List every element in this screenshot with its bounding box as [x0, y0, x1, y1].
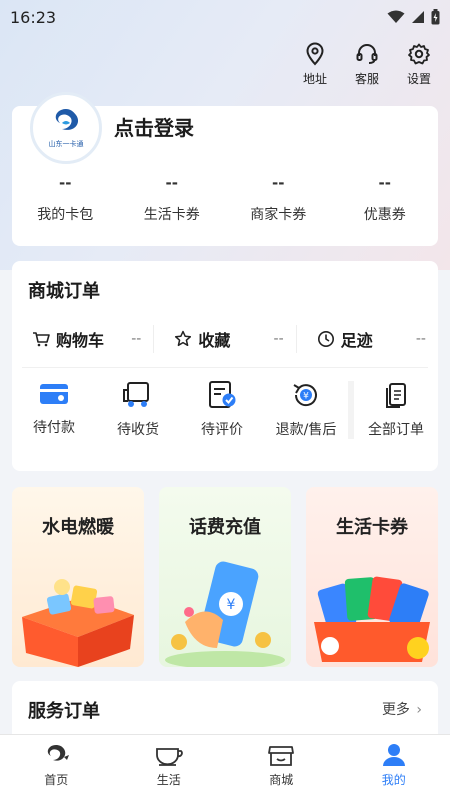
shandong-card-logo-icon	[55, 109, 79, 130]
stat-card-wallet[interactable]: -- 我的卡包	[12, 174, 119, 224]
order-states: 待付款 待收货 待评价 ¥ 退款/售后 全部订单	[12, 381, 438, 439]
all-orders-button[interactable]: 全部订单	[348, 381, 438, 439]
stat-label: 生活卡券	[143, 207, 200, 223]
history-label: 足迹	[340, 331, 373, 350]
promo-title: 生活卡券	[336, 517, 408, 538]
svg-text:¥: ¥	[227, 597, 236, 613]
wifi-icon	[387, 10, 405, 23]
logo-text: 山东一卡通	[48, 140, 84, 148]
pending-review-label: 待评价	[201, 422, 243, 438]
clock-icon	[317, 331, 334, 347]
status-bar: 16:23	[0, 0, 450, 34]
promo-tiles: 水电燃暖 话费充值 ¥ 生活卡券	[12, 487, 438, 667]
favorites-link[interactable]: 收藏 --	[154, 325, 297, 353]
cart-icon	[33, 332, 50, 347]
headset-icon	[356, 44, 378, 64]
refund-label: 退款/售后	[275, 422, 337, 438]
all-orders-label: 全部订单	[368, 422, 424, 438]
more-label: 更多	[381, 702, 410, 718]
profile-card: 山东一卡通 点击登录 -- 我的卡包 -- 生活卡券 -- 商家卡券 -- 优惠…	[12, 92, 438, 246]
cart-label: 购物车	[56, 331, 105, 350]
address-button[interactable]: 地址	[298, 42, 332, 87]
tab-home[interactable]: 首页	[0, 735, 113, 800]
pending-payment-label: 待付款	[33, 420, 75, 436]
more-link[interactable]: 更多 ›	[382, 699, 422, 719]
svg-text:¥: ¥	[303, 392, 309, 402]
store-icon	[268, 746, 295, 766]
customer-service-label: 客服	[354, 72, 379, 86]
cart-count: --	[131, 331, 142, 347]
location-pin-icon	[306, 42, 324, 66]
documents-icon	[386, 383, 406, 408]
tab-label: 首页	[44, 773, 69, 787]
stat-merchant-coupons[interactable]: -- 商家卡券	[225, 174, 332, 224]
customer-service-button[interactable]: 客服	[350, 42, 384, 87]
stat-label: 商家卡券	[250, 207, 307, 223]
top-actions: 地址 客服 设置	[298, 42, 436, 87]
stat-value: --	[165, 174, 178, 192]
truck-icon	[123, 382, 149, 407]
tab-label: 生活	[156, 773, 181, 787]
divider	[22, 367, 428, 368]
service-orders-card: 服务订单 更多 ›	[12, 681, 438, 741]
promo-title: 话费充值	[189, 517, 261, 538]
chevron-right-icon: ›	[416, 702, 422, 718]
history-link[interactable]: 足迹 --	[297, 325, 438, 353]
stat-value: --	[378, 174, 391, 192]
settings-label: 设置	[406, 72, 431, 86]
pending-receipt-label: 待收货	[117, 422, 159, 438]
settings-button[interactable]: 设置	[402, 42, 436, 87]
stat-label: 优惠券	[363, 207, 406, 223]
login-link[interactable]: 点击登录	[114, 112, 194, 141]
gear-icon	[408, 43, 430, 65]
gift-box-illustration	[22, 579, 134, 667]
mall-orders-card: 商城订单 购物车 -- 收藏 -- 足迹 -- 待付款 待收货 待评价 ¥ 退款…	[12, 261, 438, 471]
phone-recharge-illustration: ¥	[165, 561, 285, 667]
cup-icon	[155, 748, 183, 766]
pending-receipt-button[interactable]: 待收货	[96, 381, 180, 439]
tab-life[interactable]: 生活	[113, 735, 226, 800]
stat-discount-coupons[interactable]: -- 优惠券	[332, 174, 439, 224]
star-icon	[175, 330, 192, 347]
quick-links: 购物车 -- 收藏 -- 足迹 --	[12, 319, 438, 359]
refund-button[interactable]: ¥ 退款/售后	[264, 381, 348, 439]
life-coupons-promo-tile[interactable]: 生活卡券	[306, 487, 438, 667]
refund-icon: ¥	[293, 384, 317, 407]
service-orders-title: 服务订单	[28, 701, 100, 722]
tab-mine[interactable]: 我的	[338, 735, 450, 800]
address-label: 地址	[302, 72, 327, 86]
status-time: 16:23	[10, 7, 57, 27]
history-count: --	[415, 331, 426, 347]
review-icon	[209, 381, 236, 408]
person-icon	[382, 744, 405, 766]
avatar[interactable]: 山东一卡通	[30, 92, 102, 164]
tab-label: 商城	[269, 773, 294, 787]
tab-mall[interactable]: 商城	[225, 735, 338, 800]
favorites-count: --	[273, 331, 284, 347]
tab-label: 我的	[381, 773, 406, 787]
signal-icon	[412, 11, 424, 23]
stat-value: --	[272, 174, 285, 192]
pending-review-button[interactable]: 待评价	[180, 381, 264, 439]
pending-payment-button[interactable]: 待付款	[12, 381, 96, 439]
mall-orders-title: 商城订单	[28, 281, 100, 302]
promo-title: 水电燃暖	[42, 517, 114, 538]
stat-value: --	[59, 174, 72, 192]
bottom-tab-bar: 首页 生活 商城 我的	[0, 734, 450, 800]
profile-stats: -- 我的卡包 -- 生活卡券 -- 商家卡券 -- 优惠券	[12, 174, 438, 224]
stat-life-coupons[interactable]: -- 生活卡券	[119, 174, 226, 224]
coupons-bag-illustration	[314, 576, 430, 662]
utilities-promo-tile[interactable]: 水电燃暖	[12, 487, 144, 667]
cart-link[interactable]: 购物车 --	[12, 325, 155, 353]
battery-icon	[431, 9, 440, 25]
phone-recharge-promo-tile[interactable]: 话费充值 ¥	[159, 487, 291, 667]
favorites-label: 收藏	[198, 331, 231, 350]
stat-label: 我的卡包	[37, 207, 94, 223]
home-logo-icon	[48, 745, 70, 761]
card-payment-icon	[40, 384, 68, 404]
